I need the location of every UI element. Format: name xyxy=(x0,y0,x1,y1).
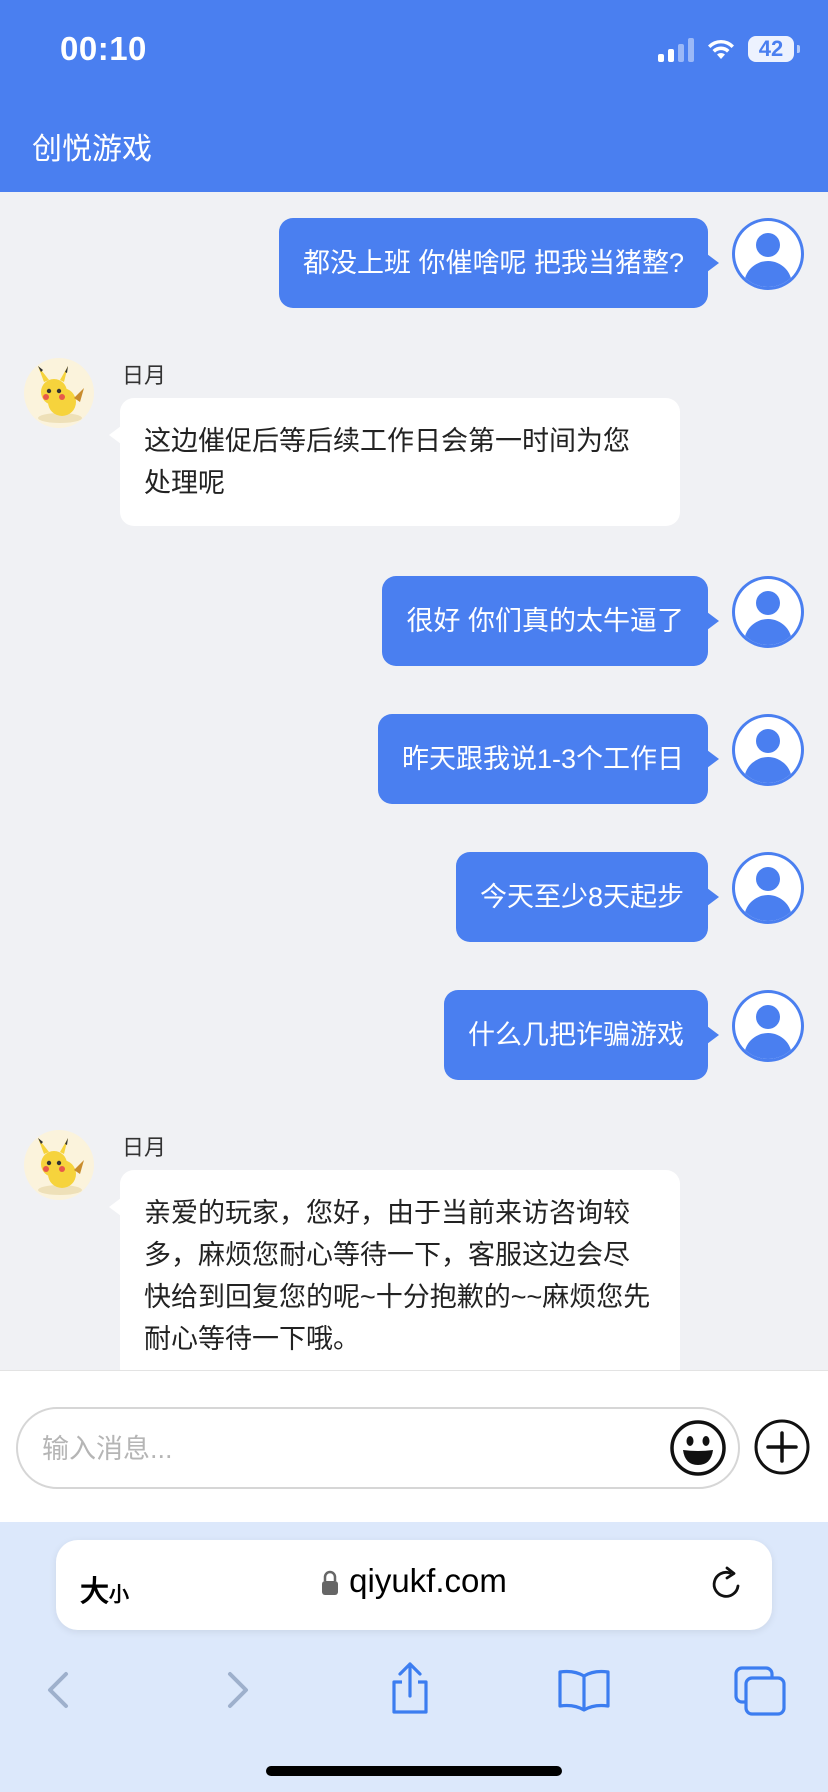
message-bubble: 这边催促后等后续工作日会第一时间为您处理呢 xyxy=(109,398,680,526)
message-bubble: 都没上班 你催啥呢 把我当猪整? xyxy=(278,218,720,308)
plus-icon[interactable] xyxy=(752,1417,812,1477)
outgoing-message: 都没上班 你催啥呢 把我当猪整? xyxy=(278,218,804,308)
tabs-icon[interactable] xyxy=(730,1660,790,1720)
home-indicator xyxy=(266,1766,562,1776)
message-bubble: 什么几把诈骗游戏 xyxy=(444,990,719,1080)
user-avatar-icon xyxy=(732,990,804,1062)
address-bar[interactable]: 大小 qiyukf.com xyxy=(56,1540,772,1630)
message-bubble: 今天至少8天起步 xyxy=(455,852,720,942)
reload-icon[interactable] xyxy=(706,1564,746,1604)
chat-message-list[interactable]: 都没上班 你催啥呢 把我当猪整? 日月 这边催促后等后续工作日会第一时间为您处理… xyxy=(0,192,828,1370)
outgoing-message: 什么几把诈骗游戏 xyxy=(444,990,804,1080)
forward-icon[interactable] xyxy=(206,1660,266,1720)
user-avatar-icon xyxy=(732,714,804,786)
status-icons: 42 xyxy=(658,32,800,66)
message-input[interactable] xyxy=(40,1423,644,1475)
bookmarks-icon[interactable] xyxy=(554,1660,614,1720)
message-bubble: 很好 你们真的太牛逼了 xyxy=(382,576,719,666)
browser-nav-row xyxy=(0,1652,828,1732)
outgoing-message: 今天至少8天起步 xyxy=(455,852,804,942)
status-time: 00:10 xyxy=(60,30,147,67)
browser-toolbar: 大小 qiyukf.com xyxy=(0,1522,828,1792)
lock-icon xyxy=(322,1571,339,1596)
message-bubble: 亲爱的玩家，您好，由于当前来访咨询较多，麻烦您耐心等待一下，客服这边会尽快给到回… xyxy=(109,1170,680,1370)
back-icon[interactable] xyxy=(30,1660,90,1720)
agent-avatar-pikachu xyxy=(24,358,94,428)
agent-avatar-pikachu xyxy=(24,1130,94,1200)
app-header: 00:10 42 创悦游戏 xyxy=(0,0,828,192)
share-icon[interactable] xyxy=(380,1660,440,1720)
message-input-box[interactable] xyxy=(16,1407,740,1489)
user-avatar-icon xyxy=(732,852,804,924)
wifi-icon xyxy=(708,39,734,59)
outgoing-message: 很好 你们真的太牛逼了 xyxy=(382,576,804,666)
agent-name: 日月 xyxy=(122,363,167,388)
agent-name: 日月 xyxy=(122,1135,167,1160)
user-avatar-icon xyxy=(732,576,804,648)
message-composer xyxy=(0,1370,828,1522)
signal-icon xyxy=(658,36,694,62)
user-avatar-icon xyxy=(732,218,804,290)
page-title: 创悦游戏 xyxy=(32,133,152,166)
battery-icon: 42 xyxy=(748,36,800,62)
url-text: qiyukf.com xyxy=(349,1562,507,1599)
outgoing-message: 昨天跟我说1-3个工作日 xyxy=(377,714,804,804)
url-display[interactable]: qiyukf.com xyxy=(56,1562,772,1600)
message-bubble: 昨天跟我说1-3个工作日 xyxy=(377,714,720,804)
emoji-icon[interactable] xyxy=(668,1418,728,1478)
